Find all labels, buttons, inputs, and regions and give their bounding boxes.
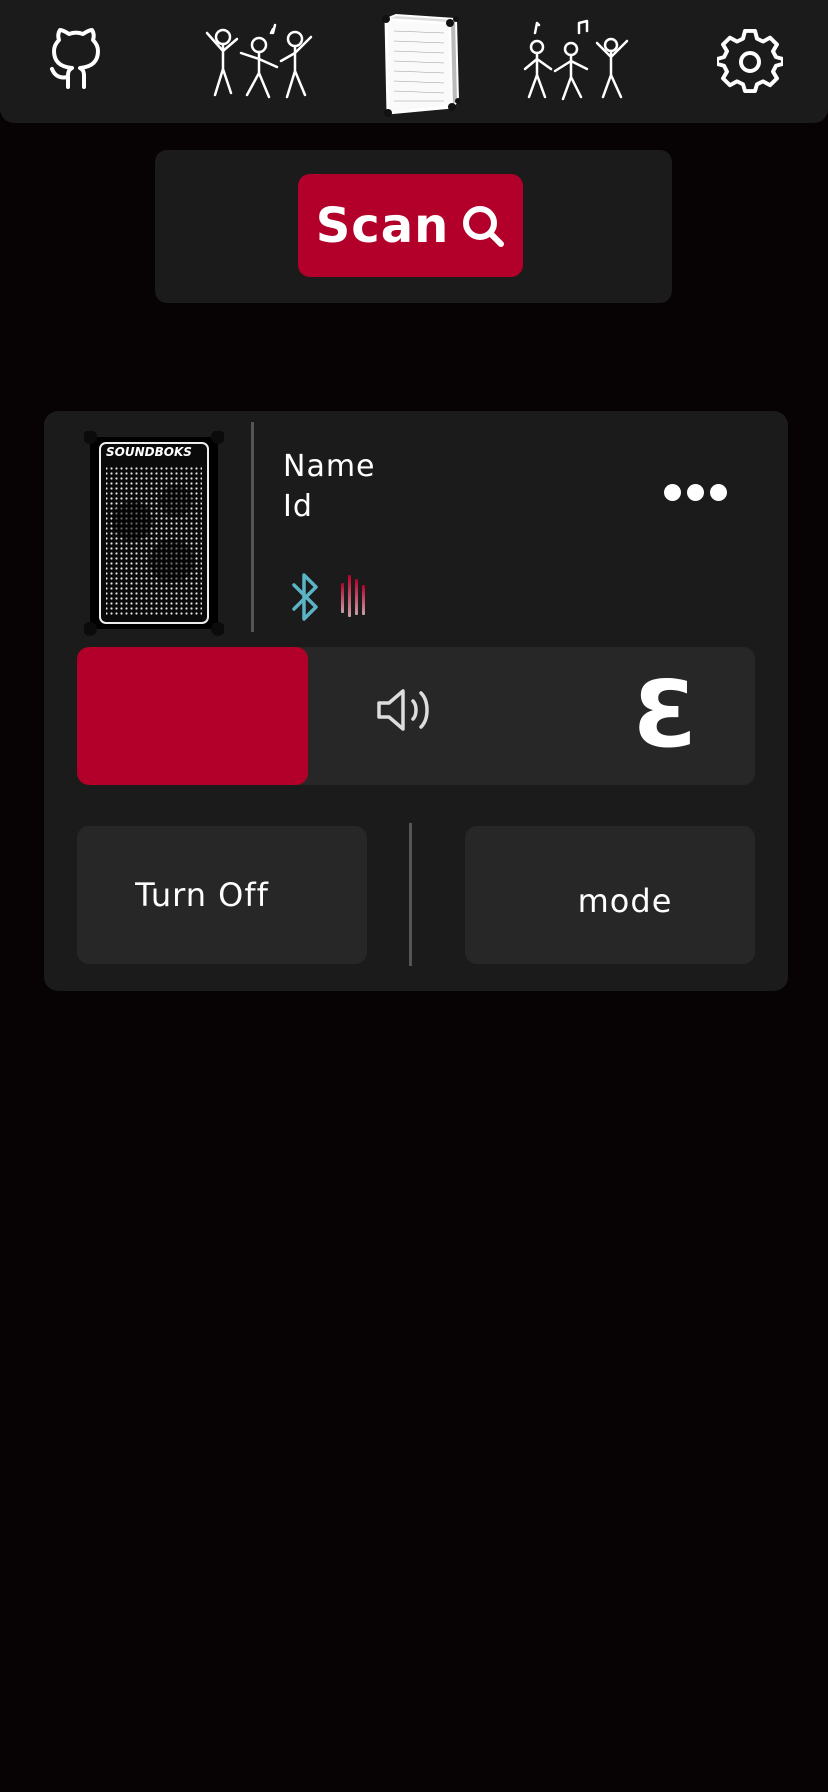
audio-level-icon — [339, 573, 371, 623]
mode-button[interactable]: mode — [465, 826, 755, 964]
more-dot — [664, 483, 681, 501]
volume-value: 3 — [632, 661, 697, 768]
mode-label: mode — [577, 882, 673, 920]
more-dot — [710, 483, 727, 501]
github-icon — [50, 28, 100, 89]
device-thumbnail: SOUNDBOKS — [83, 430, 225, 641]
bluetooth-icon — [290, 571, 320, 627]
device-name: Name — [283, 449, 376, 484]
gear-icon — [717, 29, 783, 93]
magnifier-icon — [461, 204, 505, 248]
device-id: Id — [283, 489, 313, 524]
party-people-icon — [205, 23, 313, 99]
turn-off-button[interactable]: Turn Off — [77, 826, 367, 964]
dance-nav-button[interactable] — [520, 18, 632, 104]
turn-off-label: Turn Off — [135, 876, 269, 914]
volume-level-fill — [77, 647, 308, 785]
scan-button[interactable]: Scan — [298, 174, 523, 277]
volume-slider[interactable]: 3 — [77, 647, 755, 785]
settings-button[interactable] — [712, 24, 788, 100]
more-dot — [687, 483, 704, 501]
thumbnail-brand: SOUNDBOKS — [106, 445, 192, 459]
speaker-nav-button[interactable] — [377, 10, 461, 120]
speaker-icon — [382, 13, 460, 117]
speaker-volume-icon — [375, 685, 439, 739]
device-card: SOUNDBOKS Name Id 3 Turn Off mode — [44, 411, 788, 991]
more-options-button[interactable] — [664, 481, 728, 503]
scan-panel: Scan — [155, 150, 672, 303]
dancing-people-icon — [523, 19, 629, 101]
scan-label: Scan — [315, 197, 450, 254]
party-nav-button[interactable] — [200, 18, 320, 104]
top-nav-bar — [0, 0, 828, 123]
github-button[interactable] — [40, 22, 112, 94]
actions-divider — [409, 823, 412, 966]
thumbnail-divider — [251, 422, 254, 632]
